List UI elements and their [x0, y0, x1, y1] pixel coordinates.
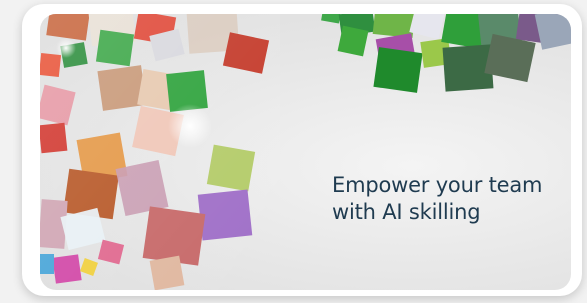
glass-cubes-artwork: [40, 14, 571, 290]
cube-cluster-top-right: [321, 14, 571, 93]
headline-line-2: with AI skilling: [332, 200, 481, 224]
ai-skilling-banner[interactable]: Empower your team with AI skilling: [40, 14, 571, 290]
banner-headline: Empower your team with AI skilling: [332, 172, 562, 226]
promo-card[interactable]: Empower your team with AI skilling: [22, 4, 582, 296]
cube-cluster-left: [40, 14, 280, 290]
headline-line-1: Empower your team: [332, 173, 543, 197]
